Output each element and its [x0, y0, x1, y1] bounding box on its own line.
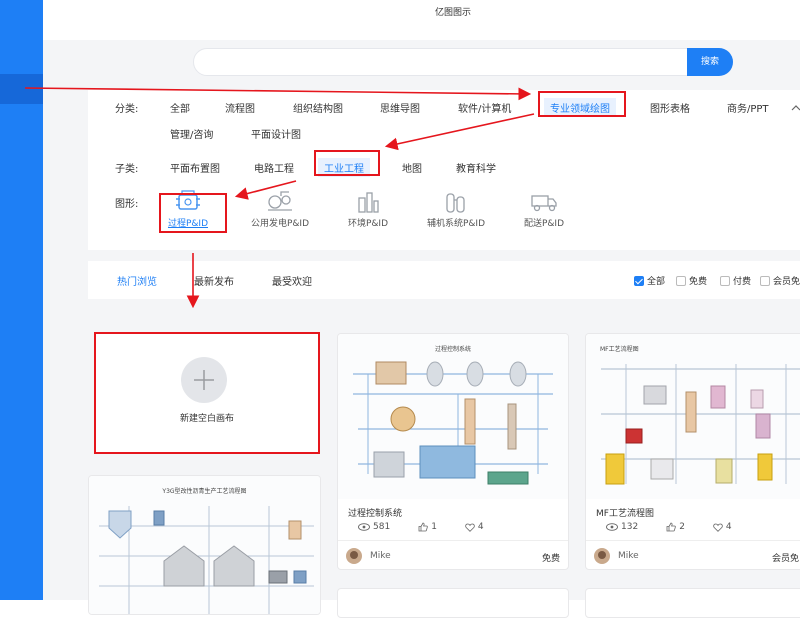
environment-icon [358, 192, 379, 213]
checkbox-icon[interactable] [676, 275, 686, 286]
annotation-box-subcategory [314, 150, 380, 176]
template-card[interactable] [337, 588, 569, 618]
filter-label: 付费 [733, 277, 752, 287]
shapes-label: 图形: [115, 199, 139, 210]
filter-label: 免费 [689, 277, 708, 287]
views-stat: 132 [606, 522, 638, 532]
card-footer: Mike 会员免 [586, 540, 800, 569]
thumbs-up-icon[interactable] [666, 522, 676, 532]
sidebar-active-item[interactable] [0, 74, 43, 104]
thumbnail-title: MF工艺流程图 [600, 346, 639, 353]
shape-delivery-pid[interactable]: 配送P&ID [506, 190, 582, 229]
category-flowchart[interactable]: 流程图 [225, 100, 255, 115]
subcategory-map[interactable]: 地图 [402, 160, 422, 175]
category-charts-tables[interactable]: 图形表格 [650, 100, 690, 115]
filter-free[interactable]: 免费 [676, 274, 707, 287]
template-card[interactable]: MF工艺流程图 MF工艺流程图 132 2 4 Mike 会员免 [585, 333, 800, 570]
shape-auxiliary-pid[interactable]: 辅机系统P&ID [418, 190, 494, 229]
delivery-truck-icon [531, 195, 557, 212]
favorites-stat[interactable]: 4 [465, 522, 484, 532]
checkbox-checked-icon[interactable] [634, 275, 644, 286]
shape-power-generation-pid[interactable]: 公用发电P&ID [242, 190, 318, 229]
category-org-chart[interactable]: 组织结构图 [293, 100, 343, 115]
views-stat: 581 [358, 522, 390, 532]
auxiliary-system-icon [446, 193, 465, 213]
favorites-count: 4 [725, 522, 732, 532]
likes-count: 1 [431, 522, 437, 532]
template-card[interactable]: Y3G型改性沥青生产工艺流程图 [88, 475, 321, 615]
subcategory-floor-plan[interactable]: 平面布置图 [170, 160, 220, 175]
views-count: 581 [373, 522, 391, 532]
tab-hot[interactable]: 热门浏览 [117, 273, 157, 288]
heart-icon[interactable] [713, 523, 723, 532]
thumbs-up-icon[interactable] [418, 522, 428, 532]
tab-latest[interactable]: 最新发布 [194, 273, 234, 288]
template-thumbnail[interactable]: 过程控制系统 [338, 334, 568, 499]
search-input[interactable]: 搜索 [193, 48, 733, 76]
search-button[interactable]: 搜索 [687, 48, 733, 76]
category-all[interactable]: 全部 [170, 100, 190, 115]
avatar[interactable] [346, 548, 362, 564]
filter-all[interactable]: 全部 [634, 274, 665, 287]
template-thumbnail[interactable]: MF工艺流程图 [586, 334, 800, 499]
category-graphic-design[interactable]: 平面设计图 [251, 126, 301, 141]
views-count: 132 [621, 522, 639, 532]
shape-label: 辅机系统P&ID [426, 219, 486, 229]
filter-label: 会员免 [773, 277, 800, 287]
filter-label: 全部 [647, 277, 666, 287]
card-stats: 132 2 4 [606, 522, 732, 532]
category-business-ppt[interactable]: 商务/PPT [727, 100, 769, 115]
likes-stat[interactable]: 2 [666, 522, 685, 532]
heart-icon[interactable] [465, 523, 475, 532]
likes-count: 2 [679, 522, 685, 532]
annotation-box-shape [159, 193, 227, 233]
title-bar: 亿图图示 [43, 0, 800, 40]
author-name[interactable]: Mike [618, 551, 639, 561]
card-footer: Mike 免费 [338, 540, 568, 569]
subcategory-education[interactable]: 教育科学 [456, 160, 496, 175]
shape-label: 环境P&ID [347, 219, 389, 229]
avatar[interactable] [594, 548, 610, 564]
subcategory-label: 子类: [115, 164, 139, 175]
card-stats: 581 1 4 [358, 522, 484, 532]
template-thumbnail[interactable]: Y3G型改性沥青生产工艺流程图 [89, 476, 320, 614]
category-management[interactable]: 管理/咨询 [170, 126, 213, 141]
filter-paid[interactable]: 付费 [720, 274, 751, 287]
filter-member-free[interactable]: 会员免 [760, 274, 800, 287]
process-diagram-thumbnail [353, 361, 553, 485]
annotation-box-category [538, 91, 626, 117]
power-generation-icon [268, 191, 292, 211]
template-card[interactable] [585, 588, 800, 618]
card-title[interactable]: MF工艺流程图 [596, 506, 654, 519]
thumbnail-title: 过程控制系统 [434, 346, 471, 353]
left-sidebar [0, 0, 43, 600]
author-name[interactable]: Mike [370, 551, 391, 561]
eye-icon [358, 523, 370, 531]
process-diagram-thumbnail [601, 364, 800, 485]
shape-environment-pid[interactable]: 环境P&ID [330, 190, 406, 229]
favorites-stat[interactable]: 4 [713, 522, 732, 532]
price-badge: 免费 [541, 554, 560, 564]
thumbnail-title: Y3G型改性沥青生产工艺流程图 [162, 488, 247, 495]
chevron-up-icon[interactable] [791, 103, 800, 113]
tab-popular[interactable]: 最受欢迎 [272, 273, 312, 288]
app-title: 亿图图示 [435, 8, 472, 18]
shape-label: 配送P&ID [523, 219, 565, 229]
shape-label: 公用发电P&ID [250, 219, 310, 229]
likes-stat[interactable]: 1 [418, 522, 437, 532]
template-card[interactable]: 过程控制系统 过程控制系统 581 1 4 Mike 免费 [337, 333, 569, 570]
eye-icon [606, 523, 618, 531]
sort-tabs-bar: 热门浏览 最新发布 最受欢迎 全部 免费 付费 会员免 [88, 261, 800, 299]
favorites-count: 4 [477, 522, 484, 532]
card-title[interactable]: 过程控制系统 [348, 506, 402, 519]
category-label: 分类: [115, 104, 139, 115]
price-badge: 会员免 [772, 554, 800, 564]
category-mind-map[interactable]: 思维导图 [380, 100, 420, 115]
annotation-box-new-canvas [94, 332, 320, 454]
subcategory-circuit[interactable]: 电路工程 [254, 160, 294, 175]
category-software[interactable]: 软件/计算机 [458, 100, 511, 115]
process-diagram-thumbnail [99, 506, 314, 614]
checkbox-icon[interactable] [720, 275, 730, 286]
checkbox-icon[interactable] [760, 275, 770, 286]
